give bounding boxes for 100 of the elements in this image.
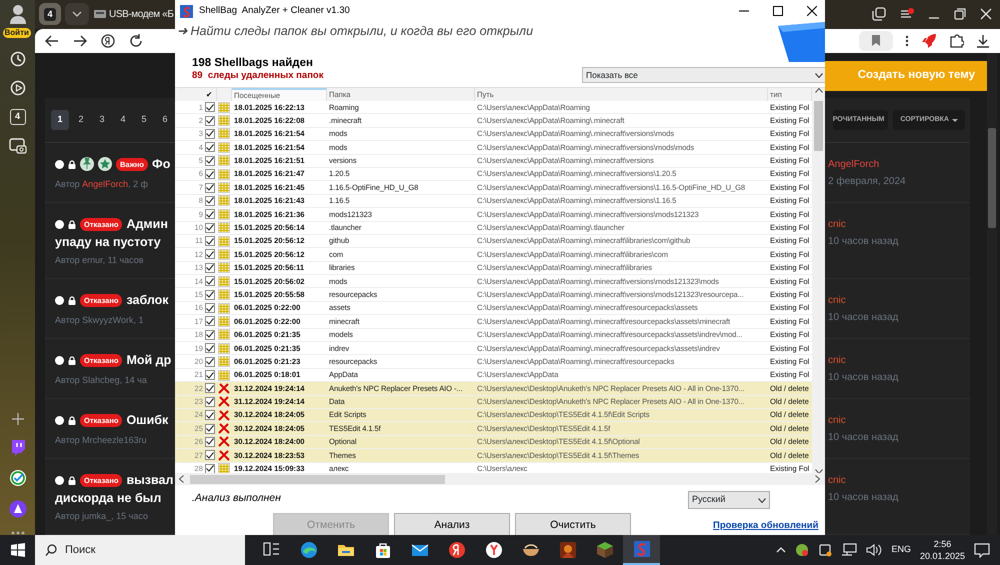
checkbox[interactable] [205,356,215,367]
notifications-icon[interactable] [974,542,990,558]
last-post-author[interactable]: cnic [828,353,970,368]
language-dropdown[interactable]: Русский [688,491,770,509]
play-icon[interactable] [10,80,26,96]
back-icon[interactable] [45,34,59,47]
scroll-down-icon[interactable] [814,469,822,474]
logo-icon[interactable] [484,541,502,559]
tabs-icon[interactable] [872,7,886,22]
checkbox[interactable] [205,290,215,300]
restore-icon[interactable] [954,8,966,20]
checkbox[interactable] [205,196,215,206]
update-link[interactable]: Проверка обновлений [713,519,818,534]
rocket-icon[interactable] [921,32,937,49]
topic-title[interactable]: вызвал [126,471,174,490]
checkbox[interactable] [205,262,215,273]
check-circle-icon[interactable] [8,469,26,487]
browser-tab[interactable]: USB-модем «Б [109,6,174,22]
page-link[interactable]: 1 [51,110,69,130]
checkbox[interactable] [205,424,215,434]
checkbox[interactable] [205,236,215,246]
shopping-bag-icon[interactable] [374,541,392,559]
topic-title[interactable]: Админ [126,215,168,234]
last-post-author[interactable]: cnic [828,293,970,308]
screenshot-icon[interactable] [8,138,26,154]
topic-title[interactable]: Ошибк [126,411,168,430]
app-logo-icon[interactable] [632,540,650,558]
device-icon[interactable] [818,543,832,557]
clock-icon[interactable] [10,51,26,67]
checkbox[interactable] [205,222,215,233]
language-indicator[interactable]: ENG [891,543,911,557]
topic-title[interactable]: заблок [126,291,169,310]
checkbox[interactable] [205,102,215,112]
checkbox[interactable] [205,450,215,460]
scroll-right-icon[interactable] [815,475,820,483]
topic-title[interactable]: дискорда не был [55,490,175,506]
checkbox[interactable] [205,116,215,126]
last-post-author[interactable]: cnic [828,413,970,428]
page-scrollbar[interactable] [987,53,997,535]
checkbox[interactable] [205,209,215,220]
horizontal-scrollbar[interactable] [175,473,825,485]
page-link[interactable]: 5 [135,110,153,130]
checkbox[interactable] [205,128,215,139]
checkbox[interactable] [205,410,215,420]
shield-icon[interactable] [795,543,810,557]
logo-icon[interactable] [448,541,466,559]
more-icon[interactable] [10,531,24,535]
browser-icon[interactable] [300,541,318,559]
checkbox[interactable] [205,303,215,314]
clock-date[interactable]: 20.01.2025 [920,550,965,562]
last-post-author[interactable]: AngelForch [828,157,970,172]
search-field[interactable]: Поиск [35,535,245,565]
chevron-up-icon[interactable] [776,547,786,553]
download-icon[interactable] [976,34,990,48]
close-icon[interactable] [807,6,817,16]
page-link[interactable]: 3 [93,110,111,130]
checkbox[interactable] [205,464,215,474]
volume-icon[interactable] [866,543,882,557]
scroll-up-icon[interactable] [814,88,822,93]
checkbox[interactable] [205,396,215,407]
extensions-icon[interactable] [949,33,964,48]
chat-app-icon[interactable] [10,439,26,456]
checkbox[interactable] [205,169,215,180]
avatar-icon[interactable] [8,4,26,24]
action-button[interactable]: Очистить [515,513,631,535]
clock-time[interactable]: 2:56 [934,538,952,550]
scroll-left-icon[interactable] [179,475,184,483]
maximize-icon[interactable] [773,6,783,16]
menu-icon[interactable] [900,8,914,20]
game-icon[interactable] [558,541,576,559]
page-link[interactable]: 4 [114,110,132,130]
forward-icon[interactable] [73,34,87,47]
tabs-button[interactable]: 4 [39,3,61,26]
add-icon[interactable] [10,412,24,426]
more-vertical-icon[interactable] [905,34,909,47]
checkbox[interactable] [205,316,215,326]
checkbox[interactable] [205,156,215,166]
scroll-thumb[interactable] [814,101,823,151]
cube-icon[interactable] [596,541,614,559]
scroll-thumb[interactable] [190,475,445,484]
checkbox[interactable] [205,330,215,340]
page-link[interactable]: 6 [156,110,174,130]
checkbox[interactable] [205,383,215,394]
action-button[interactable]: Анализ [394,513,510,535]
topic-title[interactable]: Фо [152,155,170,174]
filter-dropdown[interactable]: Показать все [582,67,825,83]
checkbox[interactable] [205,343,215,354]
checkbox[interactable] [205,249,215,260]
topic-title[interactable]: упаду на пустоту [55,234,175,250]
last-post-author[interactable]: cnic [828,217,970,232]
start-icon[interactable] [10,543,24,557]
logo-icon[interactable] [101,34,115,48]
checkbox[interactable] [205,436,215,447]
network-icon[interactable] [841,543,858,557]
checkbox[interactable] [205,276,215,286]
vertical-scrollbar[interactable] [812,88,825,474]
scroll-thumb[interactable] [988,128,996,228]
checkbox[interactable] [205,182,215,193]
assistant-icon[interactable] [8,500,26,518]
bookmark-icon[interactable] [872,35,880,46]
